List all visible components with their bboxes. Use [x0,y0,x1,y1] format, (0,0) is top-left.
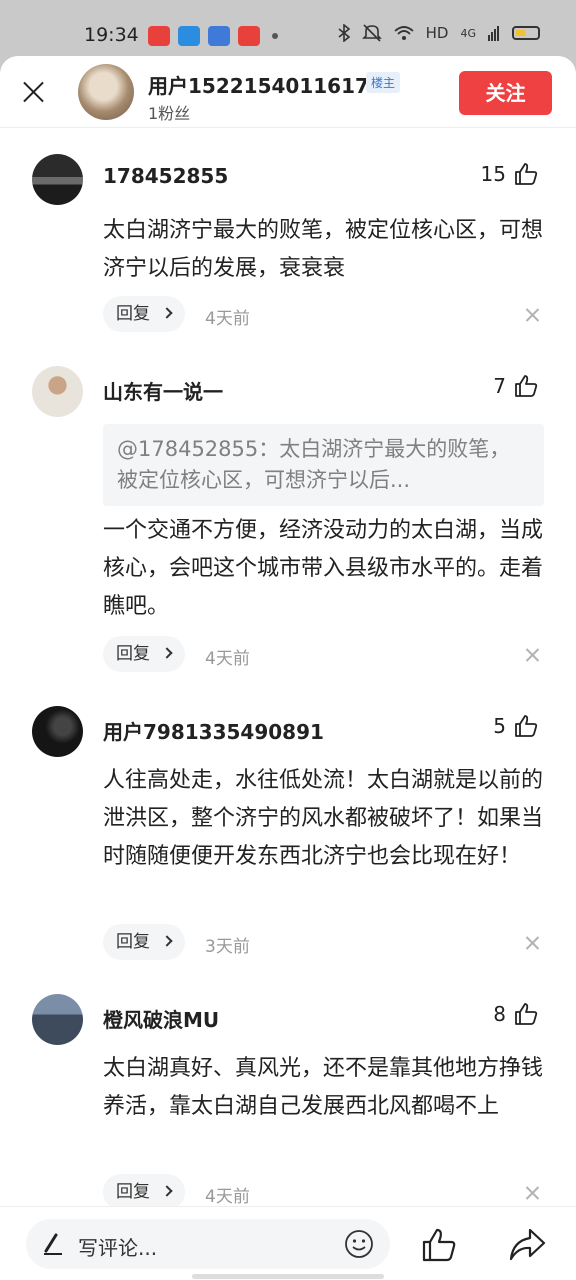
reply-button[interactable]: 回复 [103,636,185,672]
comment-text: 太白湖济宁最大的败笔，被定位核心区，可想济宁以后的发展，衰衰衰 [103,218,544,281]
home-indicator [192,1274,384,1279]
like-count: 7 [493,374,506,398]
chevron-right-icon [161,647,173,659]
dismiss-icon[interactable] [524,647,540,663]
bluetooth-icon [338,24,350,42]
reply-button[interactable]: 回复 [103,296,185,332]
like-count: 5 [493,714,506,738]
owner-badge: 楼主 [366,72,401,93]
wifi-icon [394,26,414,40]
share-icon[interactable] [508,1227,546,1263]
chevron-right-icon [161,935,173,947]
cloud-app-icon [208,26,230,46]
follow-button[interactable]: 关注 [459,71,552,115]
comment-time: 4天前 [205,649,250,669]
toutiao-app-icon [148,26,170,46]
avatar[interactable] [32,706,83,757]
like-button[interactable]: 5 [493,714,538,738]
reply-label: 回复 [116,644,150,664]
comment-text: 太白湖真好、真风光，还不是靠其他地方挣钱养活，靠太白湖自己发展西北风都喝不上 [103,1056,544,1119]
sheet-header: 用户1522154011617 楼主 1粉丝 关注 [0,56,576,128]
pen-icon [44,1233,62,1255]
like-button[interactable]: 15 [481,162,538,186]
quoted-comment[interactable]: @178452855：太白湖济宁最大的败笔，被定位核心区，可想济宁以后... [103,424,544,506]
reply-label: 回复 [116,304,150,324]
comment-time: 3天前 [205,937,250,957]
comment-placeholder: 写评论... [78,1236,158,1260]
comment-time: 4天前 [205,1187,250,1207]
signal-bars-icon [488,26,499,41]
avatar[interactable] [32,366,83,417]
more-dot-icon [272,33,278,39]
battery-icon [512,26,540,40]
thumb-up-icon [515,375,538,397]
mute-icon [361,24,382,42]
comment-text: 人往高处走，水往低处流！太白湖就是以前的泄洪区，整个济宁的风水都被破坏了！如果当… [103,768,544,869]
shopping-app-icon [238,26,260,46]
status-time: 19:34 [84,24,139,46]
comment-input[interactable]: 写评论... [26,1219,390,1269]
avatar[interactable] [32,994,83,1045]
reply-button[interactable]: 回复 [103,1174,185,1210]
like-count: 8 [493,1002,506,1026]
dismiss-icon[interactable] [524,307,540,323]
reply-button[interactable]: 回复 [103,924,185,960]
like-count: 15 [480,162,506,186]
comment-username[interactable]: 用户7981335490891 [103,716,324,745]
dismiss-icon[interactable] [524,935,540,951]
network-hd-label: HD [425,24,449,42]
comment-username[interactable]: 山东有一说一 [103,376,223,405]
comment-text: 一个交通不方便，经济没动力的太白湖，当成核心，会吧这个城市带入县级市水平的。走着… [103,518,544,619]
thumb-up-icon[interactable] [421,1227,457,1263]
owner-username[interactable]: 用户1522154011617 [148,70,369,99]
reply-label: 回复 [116,932,150,952]
reply-label: 回复 [116,1182,150,1202]
thumb-up-icon [515,163,538,185]
comment-username[interactable]: 橙风破浪MU [103,1004,219,1033]
dismiss-icon[interactable] [524,1185,540,1201]
owner-avatar[interactable] [78,64,134,120]
comment-time: 4天前 [205,309,250,329]
chevron-right-icon [161,307,173,319]
avatar[interactable] [32,154,83,205]
bottom-bar: 写评论... [0,1206,576,1280]
chevron-right-icon [161,1185,173,1197]
emoji-icon[interactable] [344,1229,374,1259]
comment-username[interactable]: 178452855 [103,164,228,188]
status-right: HD 4G [338,24,540,42]
owner-fans: 1粉丝 [148,104,191,123]
signal-label: 4G [460,26,476,40]
like-button[interactable]: 7 [493,374,538,398]
close-icon[interactable] [18,78,48,108]
thumb-up-icon [515,1003,538,1025]
like-button[interactable]: 8 [493,1002,538,1026]
notification-icons [148,26,278,46]
telegram-app-icon [178,26,200,46]
thumb-up-icon [515,715,538,737]
